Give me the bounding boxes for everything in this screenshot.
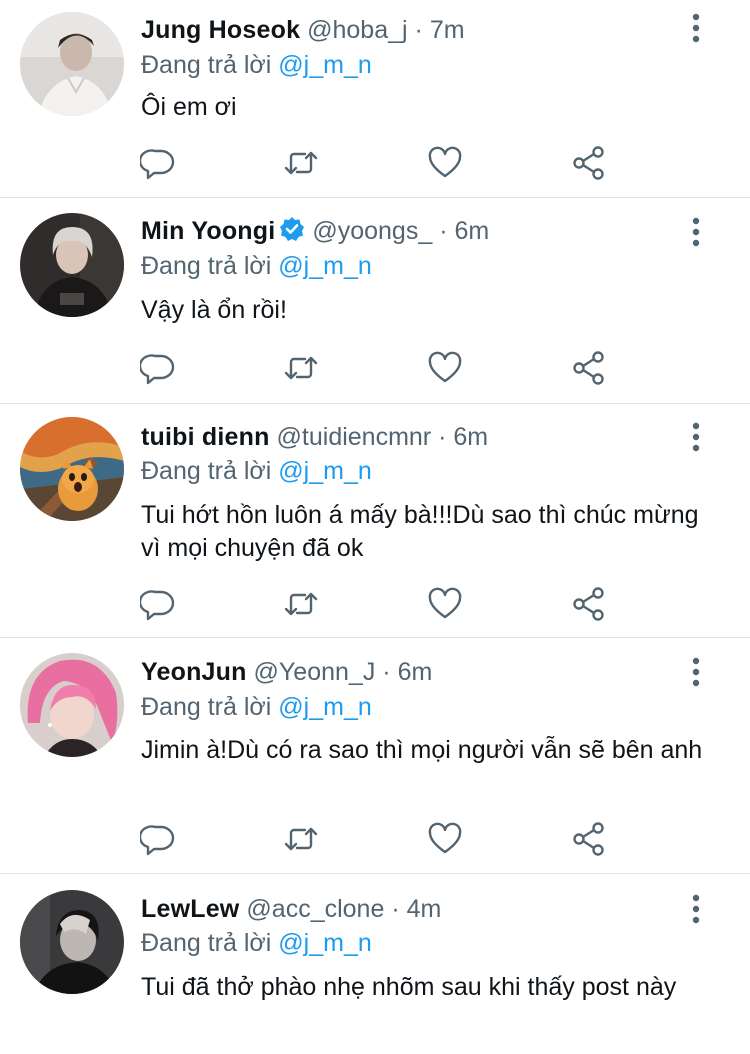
user-handle[interactable]: @yoongs_ [312,217,432,245]
reply-icon[interactable] [140,586,176,622]
reply-tweet[interactable]: tuibi dienn @tuidiencmnr · 6m Đang trả l… [0,404,750,638]
timestamp[interactable]: 6m [454,217,489,245]
action-bar [140,821,620,857]
retweet-icon[interactable] [283,586,319,622]
replying-to: Đang trả lời @j_m_n [141,455,372,487]
tweet-text: Tui hớt hồn luôn á mấy bà!!!Dù sao thì c… [141,501,699,562]
display-name[interactable]: YeonJun [141,658,247,686]
tweet-text: Ôi em ơi [141,93,237,121]
mention-link[interactable]: @j_m_n [278,51,371,79]
user-handle[interactable]: @acc_clone [246,895,384,923]
share-icon[interactable] [571,821,607,857]
timestamp[interactable]: 6m [398,658,433,686]
avatar[interactable] [20,12,124,116]
action-bar [140,350,620,386]
replying-to: Đang trả lời @j_m_n [141,691,372,723]
user-handle[interactable]: @tuidiencmnr [277,423,432,451]
replying-label: Đang trả lời [141,457,272,485]
display-name[interactable]: Jung Hoseok [141,16,300,44]
display-name[interactable]: Min Yoongi [141,217,275,245]
display-name[interactable]: tuibi dienn [141,423,270,451]
user-handle[interactable]: @hoba_j [307,16,407,44]
display-name[interactable]: LewLew [141,895,239,923]
mention-link[interactable]: @j_m_n [278,457,371,485]
action-bar [140,586,620,622]
replying-label: Đang trả lời [141,693,272,721]
share-icon[interactable] [571,586,607,622]
tweet-text: Vậy là ổn rồi! [141,296,287,324]
reply-icon[interactable] [140,145,176,181]
like-icon[interactable] [427,586,463,622]
tweet-text: Jimin à!Dù có ra sao thì mọi người vẫn s… [141,736,703,764]
user-handle[interactable]: @Yeonn_J [254,658,376,686]
more-icon[interactable] [684,656,708,688]
replying-label: Đang trả lời [141,51,272,79]
share-icon[interactable] [571,145,607,181]
like-icon[interactable] [427,821,463,857]
mention-link[interactable]: @j_m_n [278,252,371,280]
more-icon[interactable] [684,12,708,44]
separator-dot: · [382,658,391,686]
mention-link[interactable]: @j_m_n [278,693,371,721]
timestamp[interactable]: 7m [430,16,465,44]
reply-icon[interactable] [140,821,176,857]
separator-dot: · [438,423,447,451]
separator-dot: · [391,895,400,923]
avatar[interactable] [20,417,124,521]
more-icon[interactable] [684,893,708,925]
replying-to: Đang trả lời @j_m_n [141,927,372,959]
reply-tweet[interactable]: Min Yoongi @yoongs_ · 6m Đang trả lời @j… [0,198,750,404]
reply-tweet[interactable]: LewLew @acc_clone · 4m Đang trả lời @j_m… [0,874,750,1054]
retweet-icon[interactable] [283,350,319,386]
reply-tweet[interactable]: Jung Hoseok @hoba_j · 7m Đang trả lời @j… [0,0,750,198]
separator-dot: · [414,16,423,44]
verified-badge-icon [280,217,305,241]
avatar[interactable] [20,890,124,994]
timestamp[interactable]: 6m [453,423,488,451]
reply-tweet[interactable]: YeonJun @Yeonn_J · 6m Đang trả lời @j_m_… [0,638,750,874]
tweet-text: Tui đã thở phào nhẹ nhõm sau khi thấy po… [141,973,677,1001]
replying-label: Đang trả lời [141,929,272,957]
reply-icon[interactable] [140,350,176,386]
timestamp[interactable]: 4m [407,895,442,923]
share-icon[interactable] [571,350,607,386]
retweet-icon[interactable] [283,821,319,857]
action-bar [140,145,620,181]
replying-to: Đang trả lời @j_m_n [141,250,372,282]
replying-to: Đang trả lời @j_m_n [141,49,372,81]
mention-link[interactable]: @j_m_n [278,929,371,957]
avatar[interactable] [20,653,124,757]
like-icon[interactable] [427,350,463,386]
avatar[interactable] [20,213,124,317]
more-icon[interactable] [684,421,708,453]
more-icon[interactable] [684,216,708,248]
retweet-icon[interactable] [283,145,319,181]
like-icon[interactable] [427,145,463,181]
separator-dot: · [439,217,448,245]
replying-label: Đang trả lời [141,252,272,280]
